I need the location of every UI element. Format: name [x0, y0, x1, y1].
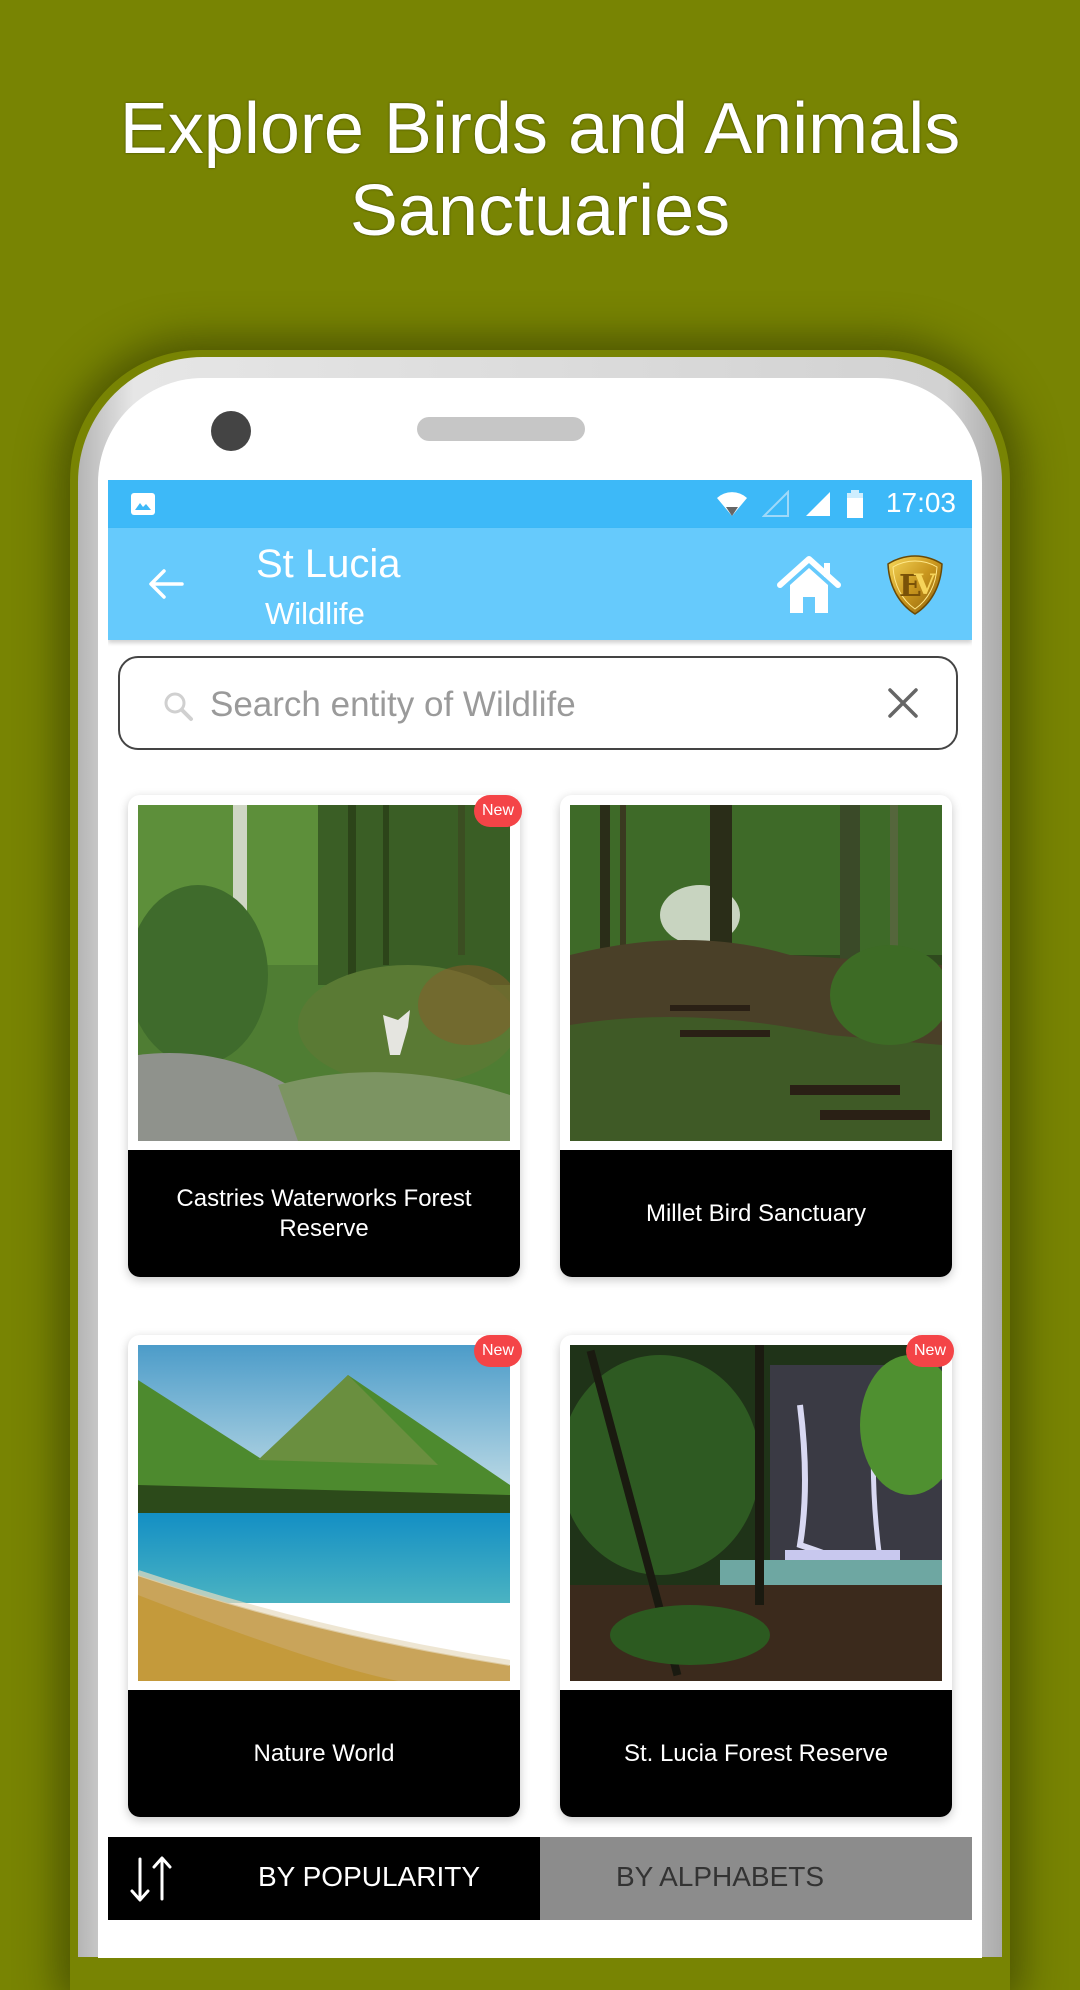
clear-search-icon[interactable] — [886, 686, 920, 720]
page-subtitle: Wildlife — [265, 596, 365, 631]
battery-icon — [847, 490, 863, 518]
promo-headline: Explore Birds and Animals Sanctuaries — [0, 88, 1080, 252]
back-arrow-icon[interactable] — [146, 564, 186, 604]
gallery-notification-icon — [131, 493, 155, 515]
tab-by-popularity-label: BY POPULARITY — [258, 1861, 481, 1892]
signal-empty-icon — [762, 490, 789, 517]
app-bar: St Lucia Wildlife E V — [108, 528, 972, 640]
app-screen: 17:03 St Lucia Wildlife E V Search entit… — [108, 480, 972, 1920]
sort-tabs: BY POPULARITY BY ALPHABETS — [108, 1837, 972, 1920]
page-title: St Lucia — [256, 542, 401, 586]
new-badge: New — [906, 1335, 954, 1367]
sanctuary-card[interactable]: New Castries Waterworks Forest Reserve — [128, 795, 522, 1277]
sanctuary-card[interactable]: New Nature World — [128, 1335, 522, 1817]
sanctuary-card[interactable]: New St. Lucia Forest Reserve — [560, 1335, 954, 1817]
card-title: Nature World — [128, 1690, 520, 1817]
search-box — [118, 656, 958, 750]
tab-by-alphabets-label: BY ALPHABETS — [616, 1861, 825, 1892]
card-title: St. Lucia Forest Reserve — [560, 1690, 952, 1817]
card-image — [570, 805, 942, 1141]
ev-logo-icon[interactable]: E V — [886, 554, 944, 616]
card-image — [138, 1345, 510, 1681]
new-badge: New — [474, 1335, 522, 1367]
wifi-icon — [717, 492, 747, 516]
status-time: 17:03 — [885, 487, 956, 518]
search-icon — [164, 692, 193, 721]
status-icons — [716, 490, 864, 518]
card-image — [570, 1345, 942, 1681]
search-input[interactable] — [208, 676, 832, 734]
status-bar: 17:03 — [108, 480, 972, 528]
svg-text:V: V — [913, 568, 937, 601]
signal-full-icon — [806, 492, 830, 516]
tab-by-popularity[interactable]: BY POPULARITY — [108, 1837, 540, 1920]
sanctuary-card[interactable]: Millet Bird Sanctuary — [560, 795, 952, 1277]
promo-headline-line1: Explore Birds and Animals — [119, 89, 961, 169]
phone-camera — [211, 411, 251, 451]
new-badge: New — [474, 795, 522, 827]
card-title: Millet Bird Sanctuary — [560, 1150, 952, 1277]
card-image — [138, 805, 510, 1141]
phone-speaker — [417, 417, 585, 441]
card-title: Castries Waterworks Forest Reserve — [128, 1150, 520, 1277]
tab-by-alphabets[interactable]: BY ALPHABETS — [540, 1837, 972, 1920]
sort-icon — [130, 1856, 172, 1902]
promo-headline-line2: Sanctuaries — [349, 171, 731, 251]
home-icon[interactable] — [776, 555, 842, 615]
